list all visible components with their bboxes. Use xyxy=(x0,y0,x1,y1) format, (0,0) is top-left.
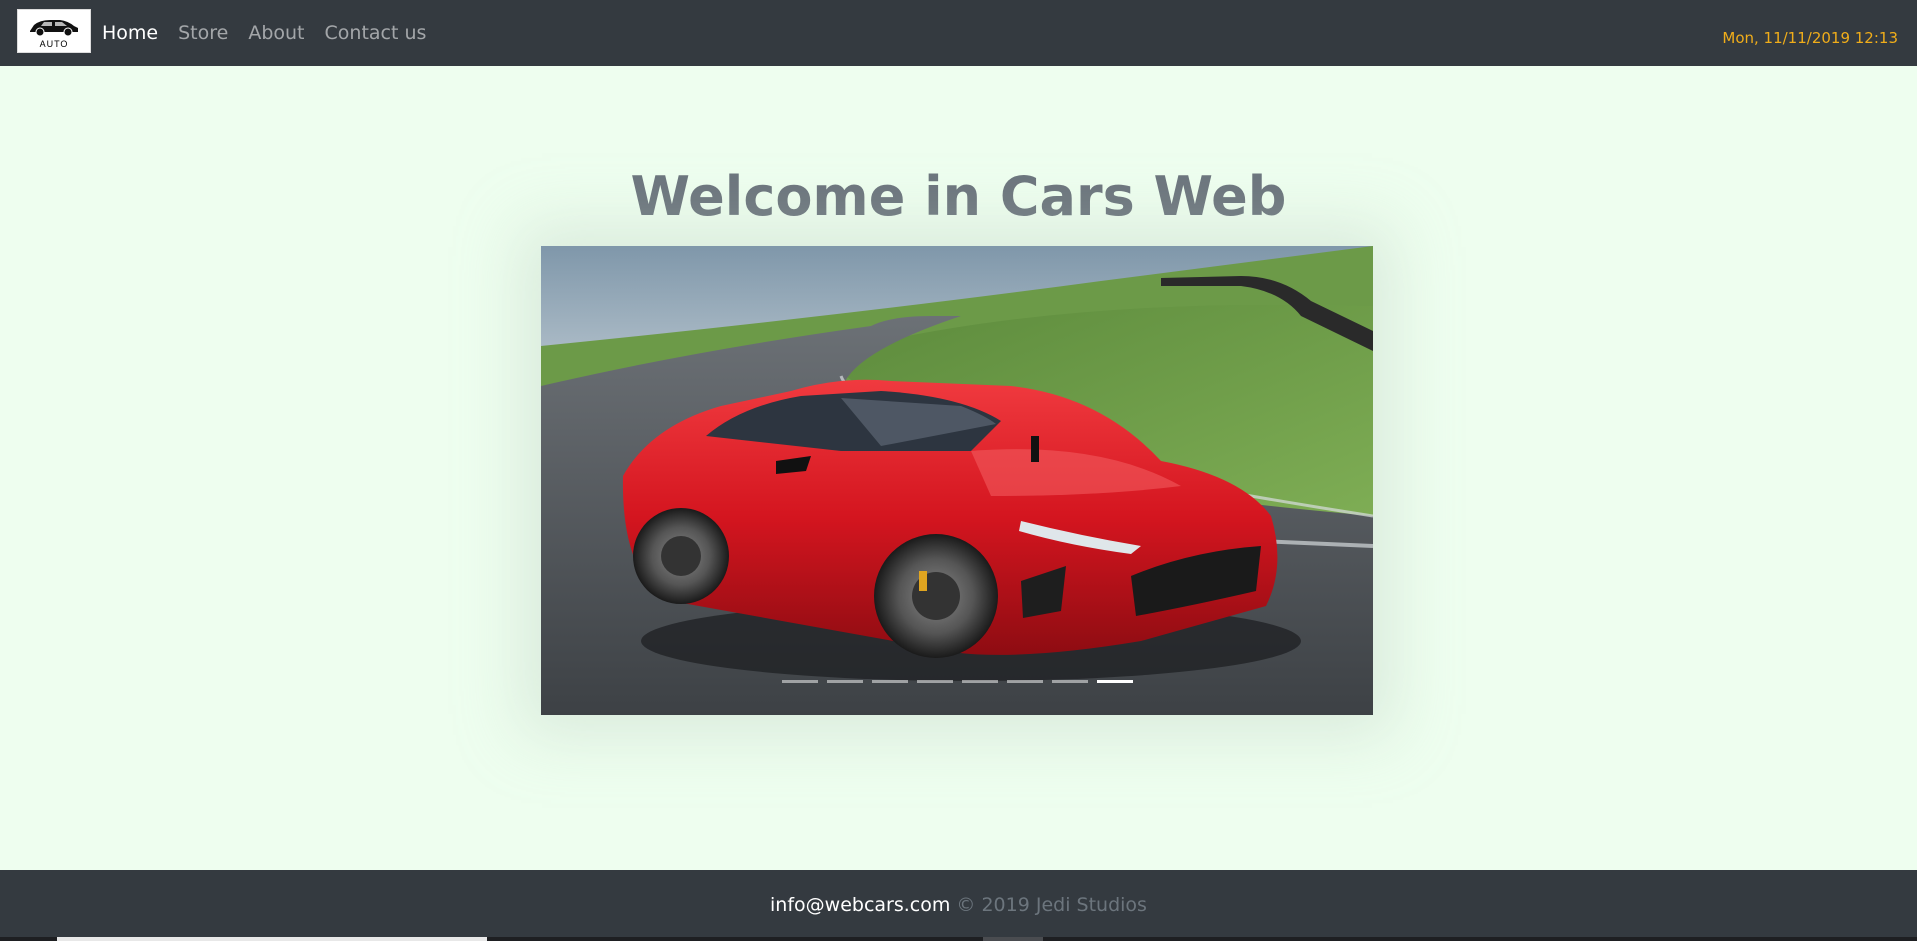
carousel-indicators xyxy=(541,680,1373,683)
image-carousel[interactable] xyxy=(541,246,1373,715)
carousel-indicator-6[interactable] xyxy=(1006,680,1043,683)
scrollbar-thumb[interactable] xyxy=(57,937,487,941)
carousel-indicator-8[interactable] xyxy=(1096,680,1133,683)
carousel-indicator-1[interactable] xyxy=(781,680,818,683)
navbar: AUTO Home Store About Contact us Mon, 11… xyxy=(0,0,1917,66)
car-logo-icon xyxy=(30,20,78,37)
nav-links: Home Store About Contact us xyxy=(102,0,446,66)
brand-text: AUTO xyxy=(39,39,69,49)
carousel-indicator-3[interactable] xyxy=(871,680,908,683)
nav-link-home[interactable]: Home xyxy=(102,22,158,44)
nav-link-store[interactable]: Store xyxy=(178,22,228,44)
carousel-indicator-2[interactable] xyxy=(826,680,863,683)
current-datetime: Mon, 11/11/2019 12:13 xyxy=(1722,29,1898,47)
scrollbar-marker xyxy=(983,937,1043,941)
carousel-indicator-7[interactable] xyxy=(1051,680,1088,683)
nav-link-about[interactable]: About xyxy=(248,22,304,44)
footer-text: info@webcars.com © 2019 Jedi Studios xyxy=(0,894,1917,916)
nav-link-contact[interactable]: Contact us xyxy=(325,22,427,44)
carousel-indicator-4[interactable] xyxy=(916,680,953,683)
carousel-indicator-5[interactable] xyxy=(961,680,998,683)
footer-email-link[interactable]: info@webcars.com xyxy=(770,894,950,916)
footer-copyright: © 2019 Jedi Studios xyxy=(956,894,1147,916)
brand-logo[interactable]: AUTO xyxy=(17,9,91,53)
page-title: Welcome in Cars Web xyxy=(630,165,1287,228)
car-image xyxy=(541,246,1373,715)
